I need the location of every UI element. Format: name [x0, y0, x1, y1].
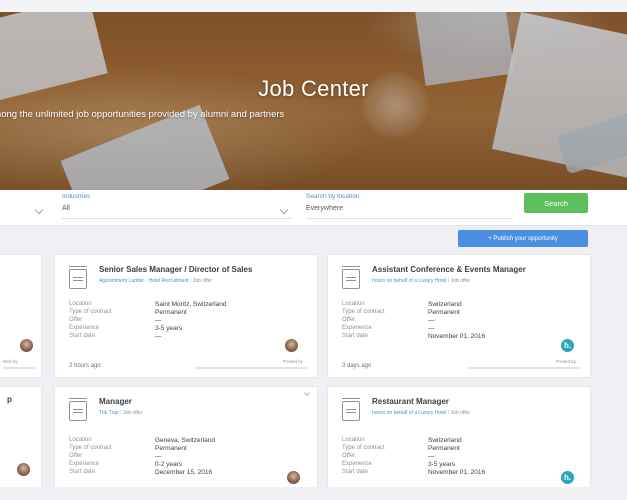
document-icon [69, 398, 87, 421]
document-icon [342, 266, 360, 289]
job-card[interactable]: Senior Sales Manager / Director of Sales… [54, 254, 318, 378]
poster-avatar[interactable] [287, 471, 300, 484]
company-link[interactable]: Trip Trap [99, 410, 119, 416]
page-subtitle: among the unlimited job opportunities pr… [0, 109, 285, 120]
company-link[interactable]: Appointment Ladder - Hotel Recruitment [99, 278, 189, 284]
job-title[interactable]: Restaurant Manager [372, 397, 449, 406]
job-card[interactable]: Assistant Conference & Events Manager ho… [327, 254, 591, 378]
chevron-down-icon[interactable] [304, 390, 310, 396]
company-logo[interactable]: h. [561, 471, 574, 484]
document-icon [342, 398, 360, 421]
publish-opportunity-button[interactable]: + Publish your opportunity [458, 230, 588, 247]
job-card[interactable]: Manager Trip Trap / Job offer Location T… [54, 386, 318, 496]
company-logo[interactable]: h. [561, 339, 574, 352]
chevron-down-icon[interactable] [279, 205, 289, 215]
company-link[interactable]: hosco on behalf of a Luxury Hotel [372, 410, 447, 416]
job-title[interactable]: Senior Sales Manager / Director of Sales [99, 265, 252, 274]
job-title[interactable]: Assistant Conference & Events Manager [372, 265, 526, 274]
job-title[interactable]: Manager [99, 397, 132, 406]
job-card-partial[interactable]: p [0, 386, 42, 496]
location-input[interactable]: Search by location Everywhere [306, 193, 359, 212]
search-button[interactable]: Search [524, 193, 588, 213]
job-card-partial[interactable]: sted by [0, 254, 42, 378]
page-title: Job Center [258, 76, 369, 101]
hero-banner: Job Center among the unlimited job oppor… [0, 0, 627, 190]
avatar [20, 339, 33, 352]
document-icon [69, 266, 87, 289]
chevron-down-icon[interactable] [34, 205, 44, 215]
company-link[interactable]: hosco on behalf of a Luxury Hotel [372, 278, 447, 284]
job-card[interactable]: Restaurant Manager hosco on behalf of a … [327, 386, 591, 496]
avatar [17, 463, 30, 476]
poster-avatar[interactable] [285, 339, 298, 352]
industries-select[interactable]: Industries All [62, 193, 90, 212]
